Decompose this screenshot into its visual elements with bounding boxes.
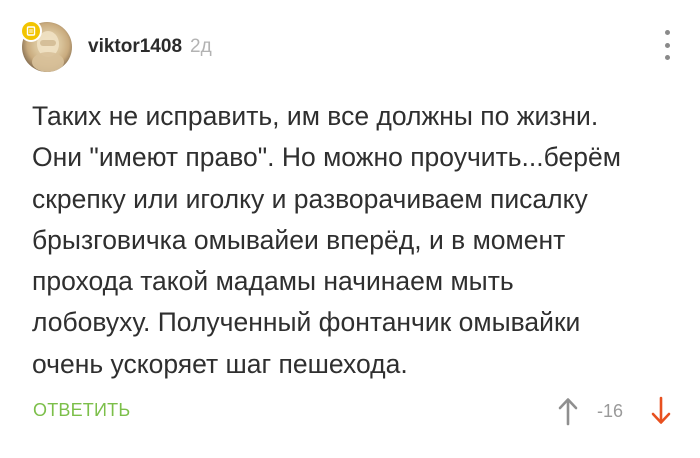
comment-body: Таких не исправить, им все должны по жиз… bbox=[32, 96, 672, 385]
comment-header: viktor1408 2д bbox=[20, 20, 212, 74]
avatar-container[interactable] bbox=[20, 20, 72, 72]
comment-line: лобовуху. Полученный фонтанчик омывайки bbox=[32, 307, 581, 338]
comment-line: Таких не исправить, им все должны по жиз… bbox=[32, 101, 599, 131]
arrow-down-icon[interactable] bbox=[650, 396, 672, 426]
reply-button[interactable]: ОТВЕТИТЬ bbox=[33, 400, 130, 421]
comment-card: viktor1408 2д Таких не исправить, им все… bbox=[0, 0, 700, 458]
more-vertical-icon[interactable] bbox=[664, 30, 670, 60]
comment-footer: ОТВЕТИТЬ -16 bbox=[0, 392, 700, 432]
comment-line: Они "имеют право". Но можно проучить...б… bbox=[32, 142, 621, 173]
comment-line: брызговичка омывайеи вперёд, и в момент bbox=[32, 224, 566, 255]
comment-line: прохода такой мадамы начинаем мыть bbox=[32, 266, 514, 297]
arrow-up-icon[interactable] bbox=[557, 396, 579, 426]
username-link[interactable]: viktor1408 bbox=[88, 36, 182, 58]
comment-line: скрепку или иголку и разворачиваем писал… bbox=[32, 183, 588, 214]
more-dot bbox=[664, 42, 670, 48]
comment-line: очень ускоряет шаг пешехода. bbox=[32, 348, 408, 379]
comment-timestamp: 2д bbox=[190, 36, 212, 57]
more-dot bbox=[664, 55, 670, 60]
document-icon bbox=[20, 20, 42, 42]
more-dot bbox=[664, 30, 670, 35]
rating-count: -16 bbox=[597, 401, 624, 421]
